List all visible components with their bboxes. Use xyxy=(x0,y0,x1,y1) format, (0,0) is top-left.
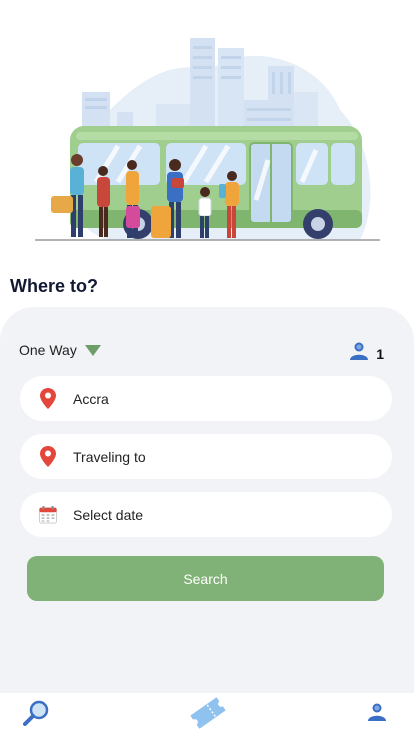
bottom-navigation xyxy=(0,693,414,736)
nav-profile[interactable] xyxy=(366,703,388,725)
nav-search[interactable] xyxy=(22,699,50,732)
origin-field[interactable]: Accra xyxy=(20,376,392,421)
person-icon xyxy=(367,702,387,727)
destination-field[interactable]: Traveling to xyxy=(20,434,392,479)
date-field[interactable]: Select date xyxy=(20,492,392,537)
page-title: Where to? xyxy=(10,276,98,296)
calendar-icon xyxy=(39,504,57,526)
trip-type-label: One Way xyxy=(19,342,77,358)
origin-value: Accra xyxy=(73,390,109,407)
nav-tickets[interactable] xyxy=(188,695,228,736)
date-placeholder: Select date xyxy=(73,506,144,523)
search-button[interactable]: Search xyxy=(27,556,384,601)
trip-type-dropdown[interactable]: One Way xyxy=(19,342,101,358)
location-pin-icon xyxy=(39,446,57,468)
destination-placeholder: Traveling to xyxy=(73,448,146,465)
person-icon xyxy=(349,341,369,366)
triangle-down-icon xyxy=(84,344,101,356)
ticket-icon xyxy=(188,695,228,736)
magnifier-icon xyxy=(22,699,50,732)
passenger-selector[interactable]: 1 xyxy=(349,341,384,366)
passenger-count: 1 xyxy=(376,345,384,362)
hero-bus-illustration xyxy=(0,0,414,255)
location-pin-icon xyxy=(39,388,57,410)
